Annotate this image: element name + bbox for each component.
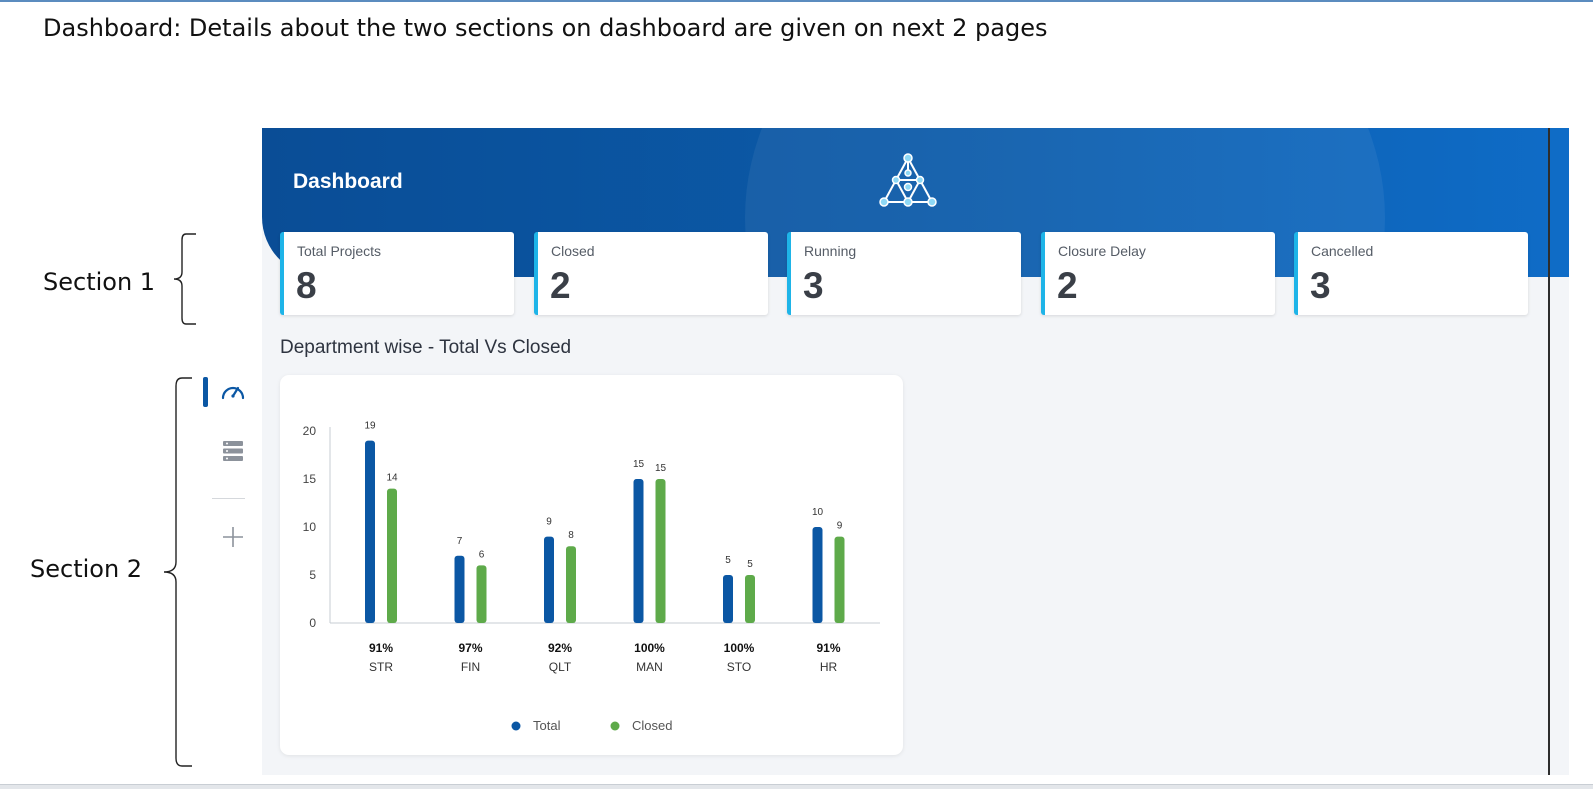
bar-value-label: 6 xyxy=(479,549,485,560)
x-tick-label: QLT xyxy=(549,660,572,674)
bar-closed xyxy=(387,488,397,623)
bar-total xyxy=(812,527,823,623)
page-title: Dashboard xyxy=(293,170,403,193)
bottom-rule xyxy=(0,784,1593,789)
category-percentage: 100% xyxy=(634,641,665,655)
card-label: Total Projects xyxy=(297,243,382,259)
card-value: 3 xyxy=(803,265,824,306)
app-logo-icon xyxy=(879,153,937,207)
bar-closed xyxy=(566,546,576,623)
category-percentage: 92% xyxy=(548,641,572,655)
bar-value-label: 7 xyxy=(457,536,463,547)
bar-closed xyxy=(745,575,755,623)
document-heading: Dashboard: Details about the two section… xyxy=(43,14,1048,42)
bar-value-label: 8 xyxy=(568,530,574,541)
y-tick-label: 10 xyxy=(303,520,317,534)
department-chart-card: 0 5 10 15 20 19 14 91% STR 7 6 97% FIN 9 8 92% QLT 15 15 10… xyxy=(280,375,903,755)
bar-total xyxy=(365,440,375,623)
legend-label: Closed xyxy=(632,718,672,733)
bar-total xyxy=(454,555,465,623)
x-tick-label: STR xyxy=(369,660,393,674)
main-content: Dashboard Total Projects 8 Closed 2 Runn… xyxy=(262,128,1569,775)
card-value: 2 xyxy=(550,265,571,306)
card-value: 3 xyxy=(1310,265,1331,306)
category-percentage: 91% xyxy=(369,641,393,655)
bar-total xyxy=(544,536,554,623)
y-tick-label: 15 xyxy=(303,472,317,486)
screenshot-right-border xyxy=(1548,128,1550,775)
chart-section-title: Department wise - Total Vs Closed xyxy=(280,337,572,358)
server-list-icon xyxy=(222,441,243,461)
plus-icon xyxy=(222,527,243,547)
section-1-brace xyxy=(173,233,196,325)
y-tick-label: 20 xyxy=(303,424,317,438)
top-rule xyxy=(0,0,1593,2)
sidebar-item-dashboard[interactable] xyxy=(203,372,262,412)
sidebar-item-projects[interactable] xyxy=(203,431,262,471)
legend-label: Total xyxy=(533,718,561,733)
speedometer-icon xyxy=(221,386,244,400)
bar-closed xyxy=(655,479,666,623)
bar-value-label: 15 xyxy=(655,463,667,474)
department-bar-chart: 0 5 10 15 20 19 14 91% STR 7 6 97% FIN 9 8 92% QLT 15 15 10… xyxy=(303,421,880,733)
card-label: Running xyxy=(804,243,857,259)
card-label: Closed xyxy=(551,243,595,259)
card-value: 2 xyxy=(1057,265,1078,306)
summary-card-running[interactable]: Running 3 xyxy=(787,232,1021,315)
x-tick-label: MAN xyxy=(636,660,663,674)
category-percentage: 91% xyxy=(816,641,840,655)
bar-total xyxy=(723,575,733,623)
x-tick-label: STO xyxy=(727,660,751,674)
summary-card-cancelled[interactable]: Cancelled 3 xyxy=(1294,232,1528,315)
card-value: 8 xyxy=(296,265,317,306)
bar-closed xyxy=(834,536,845,623)
sidebar-item-add[interactable] xyxy=(203,517,262,557)
section-2-brace xyxy=(163,377,192,767)
card-label: Cancelled xyxy=(1311,243,1374,259)
bar-value-label: 14 xyxy=(386,473,398,484)
sidebar xyxy=(203,128,262,775)
y-tick-label: 0 xyxy=(309,616,316,630)
x-tick-label: HR xyxy=(820,660,838,674)
legend-marker-total xyxy=(511,721,521,731)
bar-value-label: 5 xyxy=(725,555,731,566)
legend-marker-closed xyxy=(610,721,620,731)
category-percentage: 100% xyxy=(724,641,755,655)
bar-value-label: 10 xyxy=(812,507,824,518)
card-label: Closure Delay xyxy=(1058,243,1146,259)
bar-total xyxy=(633,479,644,623)
bar-closed xyxy=(476,565,487,623)
bar-value-label: 9 xyxy=(546,517,552,528)
bar-value-label: 19 xyxy=(364,421,376,432)
sidebar-divider xyxy=(212,498,245,499)
bar-value-label: 15 xyxy=(633,459,645,470)
summary-card-closure-delay[interactable]: Closure Delay 2 xyxy=(1041,232,1275,315)
section-1-label: Section 1 xyxy=(43,268,156,296)
x-tick-label: FIN xyxy=(461,660,480,674)
category-percentage: 97% xyxy=(458,641,482,655)
y-tick-label: 5 xyxy=(309,568,316,582)
summary-card-closed[interactable]: Closed 2 xyxy=(534,232,768,315)
dashboard-screenshot: Dashboard Total Projects 8 Closed 2 Runn… xyxy=(203,128,1569,775)
bar-value-label: 9 xyxy=(837,521,843,532)
summary-card-total-projects[interactable]: Total Projects 8 xyxy=(280,232,514,315)
section-2-label: Section 2 xyxy=(30,555,143,583)
bar-value-label: 5 xyxy=(747,559,753,570)
